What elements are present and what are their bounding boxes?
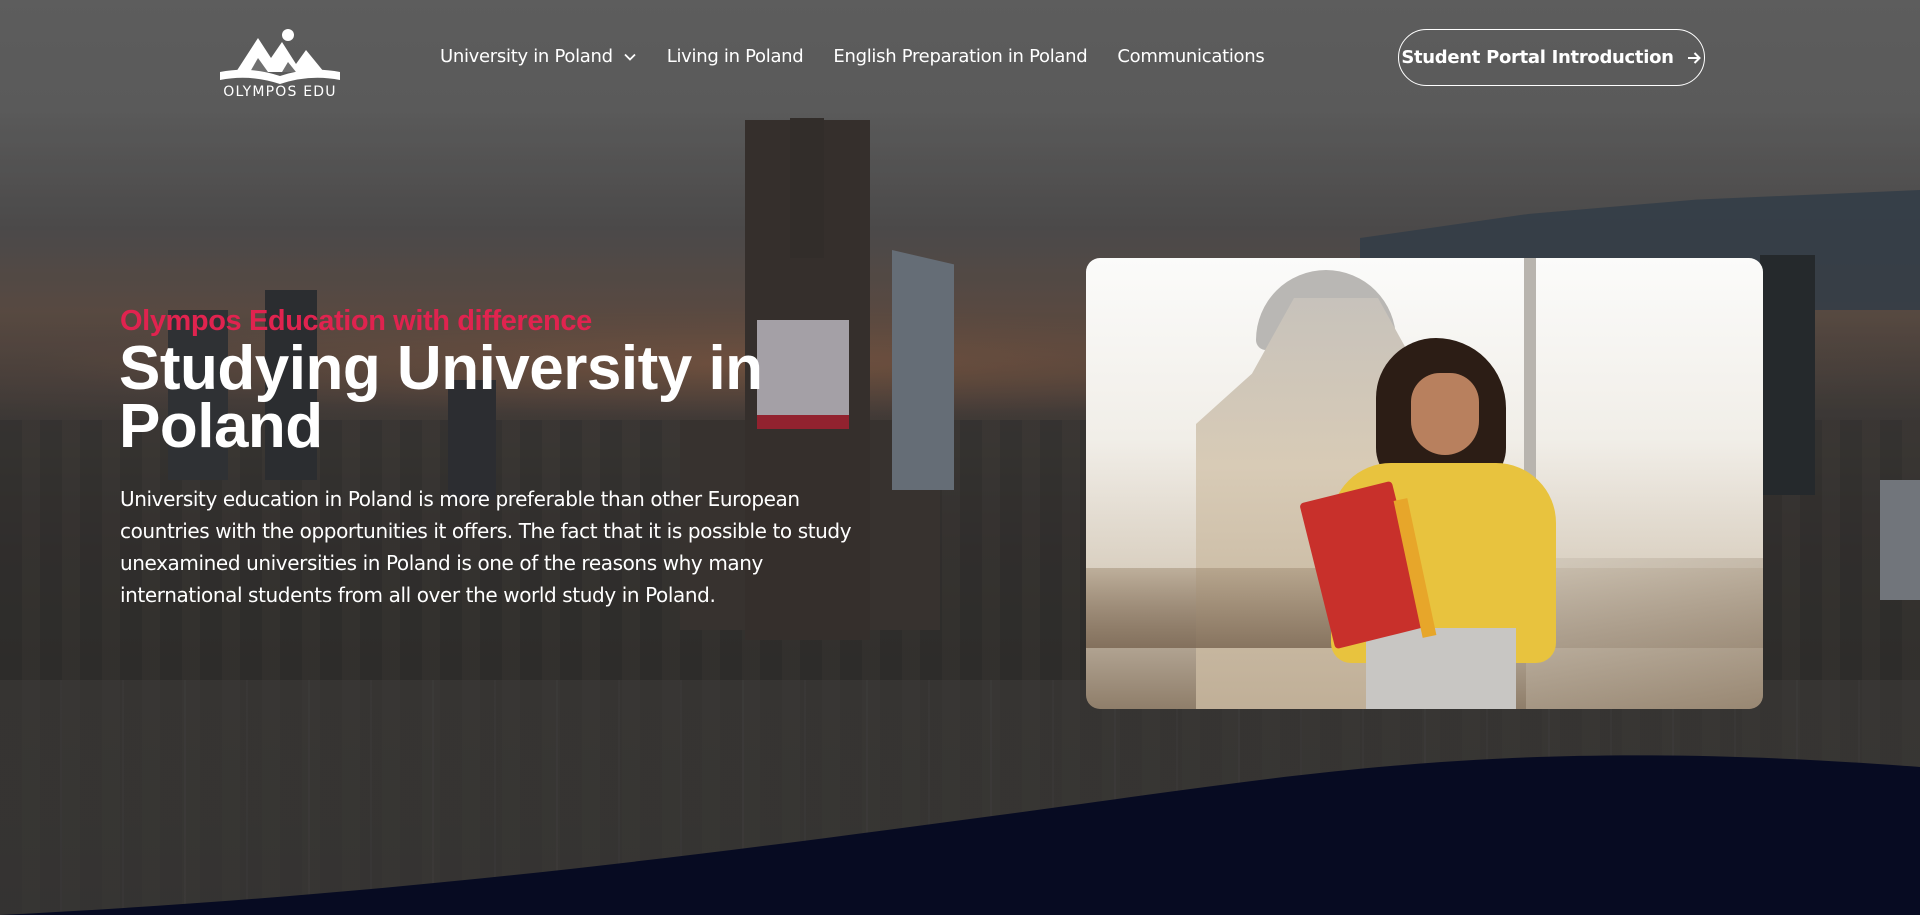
- nav-item-label: University in Poland: [440, 46, 613, 67]
- hero-title: Studying University in Poland: [119, 334, 763, 461]
- nav-item-living-in-poland[interactable]: Living in Poland: [667, 46, 804, 67]
- hero-description: University education in Poland is more p…: [120, 487, 852, 607]
- nav-item-english-preparation[interactable]: English Preparation in Poland: [833, 46, 1087, 67]
- nav-item-university-in-poland[interactable]: University in Poland: [440, 46, 637, 67]
- bottom-wave: [0, 755, 1920, 915]
- site-header: OLYMPOS EDU University in Poland Living …: [0, 0, 1920, 115]
- open-book-mountains-logo-icon: [220, 29, 340, 84]
- brand-name: OLYMPOS EDU: [223, 84, 337, 100]
- site-logo[interactable]: OLYMPOS EDU: [216, 28, 344, 104]
- nav-item-label: English Preparation in Poland: [833, 46, 1088, 67]
- nav-item-label: Communications: [1117, 46, 1265, 67]
- photo-student-face: [1411, 373, 1479, 455]
- student-photo: [1086, 258, 1763, 709]
- arrow-right-icon: [1687, 51, 1701, 64]
- chevron-down-icon: [624, 53, 636, 61]
- nav-item-communications[interactable]: Communications: [1117, 46, 1264, 67]
- student-portal-button[interactable]: Student Portal Introduction: [1398, 29, 1705, 86]
- student-portal-label: Student Portal Introduction: [1401, 47, 1674, 68]
- photo-student-jeans: [1366, 628, 1516, 709]
- nav-item-label: Living in Poland: [666, 46, 804, 67]
- photo-railing: [1526, 558, 1763, 709]
- main-nav: University in Poland Living in Poland En…: [440, 46, 1294, 67]
